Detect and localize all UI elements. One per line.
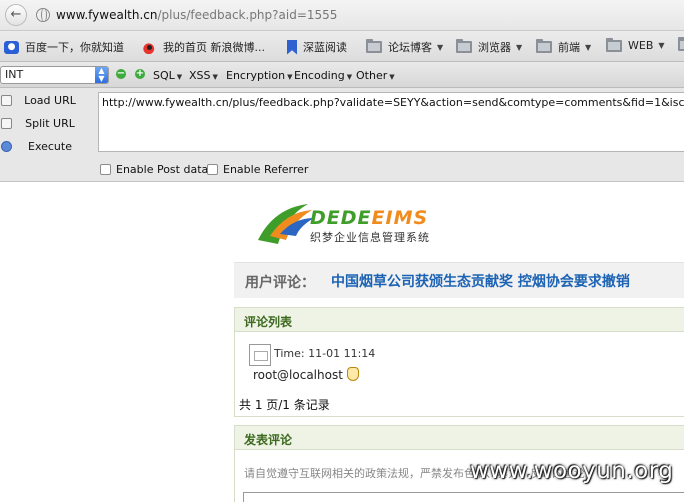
checkbox-box (207, 164, 218, 175)
enable-post-checkbox[interactable]: Enable Post data (100, 163, 208, 176)
chevron-down-icon: ▼ (389, 73, 395, 81)
url-path: /plus/feedback.php?aid=1555 (157, 8, 338, 22)
bookmark-weibo[interactable]: 我的首页 新浪微博... (142, 39, 265, 55)
logo-text: DEDEEIMS (310, 207, 428, 229)
hackbar-panel: Load URL Split URL Execute http://www.fy… (0, 88, 684, 182)
type-select[interactable]: INT ▲ ▼ (0, 66, 109, 84)
menu-sql[interactable]: SQL ▼ (153, 69, 182, 82)
back-button[interactable]: ← (5, 4, 27, 26)
pager-text: 共 1 页/1 条记录 (239, 398, 330, 412)
back-arrow-icon: ← (10, 7, 22, 22)
comment-user: root@localhost (253, 368, 343, 382)
chevron-down-icon: ▼ (658, 41, 665, 50)
bookmark-label: 百度一下，你就知道 (25, 41, 124, 54)
menu-label: XSS (189, 69, 211, 82)
bookmark-shenlan[interactable]: 深蓝阅读 (287, 39, 347, 55)
comment-list-box: 评论列表 Time: 11-01 11:14 root@localhost 共 … (234, 307, 684, 417)
comment-list-header: 评论列表 (235, 308, 684, 332)
folder-icon (678, 37, 684, 51)
comment-textarea[interactable] (243, 492, 684, 502)
comment-label: 用户评论： (245, 275, 315, 291)
type-select-value: INT (5, 68, 24, 81)
url-domain: www.fywealth.cn (56, 8, 158, 22)
menu-other[interactable]: Other ▼ (356, 69, 395, 82)
chevron-down-icon: ▼ (212, 73, 218, 81)
bookmarks-bar: ● 百度一下，你就知道 我的首页 新浪微博... 深蓝阅读 论坛博客 ▼ 浏览器 ▼ … (0, 31, 684, 62)
enable-referrer-checkbox[interactable]: Enable Referrer (207, 163, 308, 176)
logo-text-dede: DEDE (310, 207, 372, 229)
folder-icon (456, 39, 472, 53)
comment-title-bar: 用户评论： 中国烟草公司获颁生态贡献奖 控烟协会要求撤销 (234, 262, 684, 298)
bookmark-folder-overflow[interactable] (678, 37, 684, 51)
menu-xss[interactable]: XSS ▼ (189, 69, 218, 82)
bookmark-label: 前端 (558, 41, 580, 54)
enable-post-label: Enable Post data (116, 163, 209, 176)
bookmark-baidu[interactable]: ● 百度一下，你就知道 (4, 39, 124, 55)
weibo-icon (142, 40, 157, 54)
chevron-down-icon: ▼ (176, 73, 183, 81)
menu-encoding[interactable]: Encoding ▼ (294, 69, 352, 82)
folder-icon (606, 37, 622, 52)
globe-icon (36, 8, 50, 22)
select-arrows-icon: ▲ ▼ (95, 67, 108, 83)
url-field[interactable]: www.fywealth.cn/plus/feedback.php?aid=15… (56, 8, 337, 22)
bookmark-label: WEB (628, 39, 654, 52)
bookmark-label: 我的首页 新浪微博... (163, 41, 265, 54)
post-comment-header: 发表评论 (235, 426, 684, 450)
bookmark-label: 浏览器 (478, 41, 511, 54)
menu-label: Other (356, 69, 388, 82)
chevron-down-icon: ▼ (516, 42, 523, 52)
watermark: www.wooyun.org (470, 458, 674, 484)
load-url-button[interactable]: Load URL (0, 90, 98, 110)
menu-label: Encoding (294, 69, 345, 82)
menu-label: SQL (153, 69, 175, 82)
bookmark-label: 论坛博客 (388, 41, 432, 54)
bookmark-label: 深蓝阅读 (303, 41, 347, 54)
chevron-down-icon: ▼ (346, 73, 353, 81)
decrease-icon[interactable]: − (116, 69, 126, 79)
load-url-label: Load URL (24, 93, 76, 107)
increase-icon[interactable]: + (135, 69, 145, 79)
folder-icon (536, 39, 552, 53)
folder-icon (366, 39, 382, 53)
address-bar: ← www.fywealth.cn/plus/feedback.php?aid=… (0, 0, 684, 31)
chevron-down-icon: ▼ (287, 73, 293, 81)
checkbox-box (100, 164, 111, 175)
hackbar-toolbar: INT ▲ ▼ − + SQL ▼ XSS ▼ Encryption ▼ Encodin… (0, 62, 684, 88)
execute-label: Execute (28, 139, 72, 153)
bookmark-folder-browser[interactable]: 浏览器 ▼ (456, 39, 522, 55)
execute-button[interactable]: Execute (0, 136, 98, 156)
baidu-paw-icon: ● (4, 40, 19, 54)
split-url-label: Split URL (25, 116, 75, 130)
chevron-down-icon: ▼ (585, 42, 592, 52)
hackbar-url-input[interactable]: http://www.fywealth.cn/plus/feedback.php… (98, 92, 684, 152)
logo-subtitle: 织梦企业信息管理系统 (310, 231, 430, 244)
bookmark-folder-web[interactable]: WEB ▼ (606, 37, 665, 52)
bookmark-folder-frontend[interactable]: 前端 ▼ (536, 39, 591, 55)
bookmark-ribbon-icon (287, 39, 297, 55)
enable-referrer-label: Enable Referrer (223, 163, 309, 176)
menu-label: Encryption (226, 69, 286, 82)
bookmark-folder-forum[interactable]: 论坛博客 ▼ (366, 39, 443, 55)
logo-text-eims: EIMS (371, 207, 429, 229)
split-url-button[interactable]: Split URL (0, 113, 98, 133)
chevron-down-icon: ▼ (437, 42, 444, 52)
menu-encryption[interactable]: Encryption ▼ (226, 69, 292, 82)
article-title-link[interactable]: 中国烟草公司获颁生态贡献奖 控烟协会要求撤销 (331, 271, 630, 291)
avatar (249, 344, 271, 366)
comment-time: Time: 11-01 11:14 (274, 347, 376, 360)
hand-cursor-icon (347, 367, 359, 381)
